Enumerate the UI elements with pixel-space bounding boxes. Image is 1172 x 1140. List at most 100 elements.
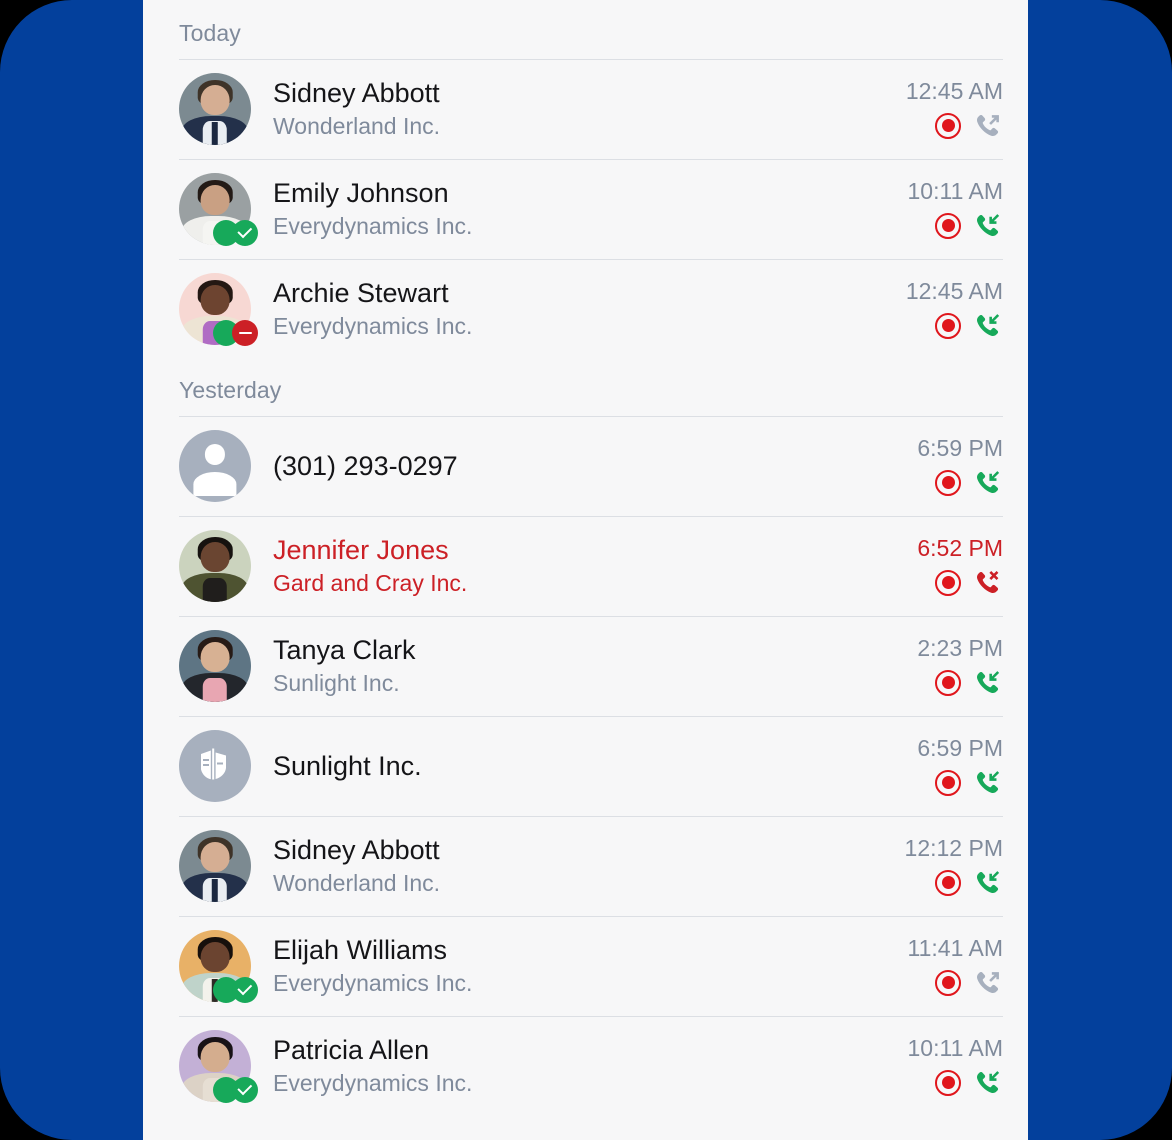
row-text-block: Archie Stewart Everydynamics Inc. <box>251 277 906 341</box>
avatar[interactable] <box>179 730 251 802</box>
call-history-row[interactable]: Sidney Abbott Wonderland Inc. 12:45 AM <box>143 59 1028 159</box>
avatar[interactable] <box>179 530 251 602</box>
presence-badges <box>213 220 258 246</box>
contact-name: (301) 293-0297 <box>273 450 458 481</box>
call-incoming-icon[interactable] <box>973 868 1003 898</box>
row-text-block: Patricia Allen Everydynamics Inc. <box>251 1034 908 1098</box>
row-meta: 10:11 AM <box>908 178 1003 241</box>
contact-name: Sidney Abbott <box>273 77 440 108</box>
call-history-row[interactable]: Tanya Clark Sunlight Inc. 2:23 PM <box>143 616 1028 716</box>
record-icon[interactable] <box>935 769 961 796</box>
row-text-block: Elijah Williams Everydynamics Inc. <box>251 934 908 998</box>
avatar[interactable] <box>179 73 251 145</box>
call-time: 12:45 AM <box>905 277 1003 304</box>
row-text-block: (301) 293-0297 <box>251 450 917 483</box>
call-time: 11:41 AM <box>907 934 1003 961</box>
record-icon[interactable] <box>935 869 961 896</box>
record-icon[interactable] <box>935 669 961 696</box>
portrait-photo <box>179 73 251 145</box>
call-status-icons <box>935 568 1003 598</box>
call-time: 10:11 AM <box>907 177 1003 204</box>
row-text-block: Jennifer Jones Gard and Cray Inc. <box>251 534 917 598</box>
call-history-row[interactable]: Sidney Abbott Wonderland Inc. 12:12 PM <box>143 816 1028 916</box>
call-history-row[interactable]: Archie Stewart Everydynamics Inc. 12:45 AM <box>143 259 1028 359</box>
presence-available-icon <box>232 220 258 246</box>
avatar[interactable] <box>179 173 258 246</box>
avatar[interactable] <box>179 830 251 902</box>
avatar-sidney-abbott <box>179 73 251 145</box>
row-text-block: Emily Johnson Everydynamics Inc. <box>251 177 908 241</box>
contact-company: Wonderland Inc. <box>273 869 441 896</box>
presence-badges <box>213 1077 258 1103</box>
call-outgoing-icon[interactable] <box>973 111 1003 141</box>
call-history-row[interactable]: Jennifer Jones Gard and Cray Inc. 6:52 PM <box>143 516 1028 616</box>
call-missed-icon[interactable] <box>973 568 1003 598</box>
call-incoming-icon[interactable] <box>973 211 1003 241</box>
avatar[interactable] <box>179 930 258 1003</box>
contact-company: Wonderland Inc. <box>273 112 441 139</box>
call-history-row[interactable]: (301) 293-0297 6:59 PM <box>143 416 1028 516</box>
call-incoming-icon[interactable] <box>973 468 1003 498</box>
row-meta: 10:11 AM <box>908 1035 1003 1098</box>
call-incoming-icon[interactable] <box>973 1068 1003 1098</box>
row-text-block: Sidney Abbott Wonderland Inc. <box>251 77 906 141</box>
record-icon[interactable] <box>935 969 961 996</box>
section-today: Today Sidney Abbott Wonderland Inc. 12:45 A… <box>143 0 1028 359</box>
call-incoming-icon[interactable] <box>973 668 1003 698</box>
call-status-icons <box>935 111 1003 141</box>
call-time: 6:52 PM <box>917 534 1003 561</box>
call-history-list: Today Sidney Abbott Wonderland Inc. 12:45 A… <box>143 0 1028 1116</box>
contact-name: Archie Stewart <box>273 277 449 308</box>
row-meta: 6:52 PM <box>917 535 1003 598</box>
company-building-icon <box>193 742 237 791</box>
call-time: 6:59 PM <box>917 734 1003 761</box>
section-rows: Sidney Abbott Wonderland Inc. 12:45 AM Emil… <box>143 59 1028 359</box>
section-header: Yesterday <box>179 377 282 403</box>
record-icon[interactable] <box>935 312 961 339</box>
row-meta: 12:45 AM <box>906 78 1003 141</box>
record-icon[interactable] <box>935 112 961 139</box>
call-history-panel: Today Sidney Abbott Wonderland Inc. 12:45 A… <box>143 0 1028 1140</box>
row-meta: 12:45 AM <box>906 278 1003 341</box>
portrait-photo <box>179 530 251 602</box>
call-outgoing-icon[interactable] <box>973 968 1003 998</box>
call-history-row[interactable]: Patricia Allen Everydynamics Inc. 10:11 AM <box>143 1016 1028 1116</box>
record-icon[interactable] <box>935 469 961 496</box>
call-incoming-icon[interactable] <box>973 768 1003 798</box>
contact-company: Everydynamics Inc. <box>273 969 473 996</box>
contact-name: Tanya Clark <box>273 634 416 665</box>
avatar[interactable] <box>179 630 251 702</box>
call-time: 12:12 PM <box>904 834 1003 861</box>
person-body-shape <box>193 471 237 497</box>
call-history-row[interactable]: Elijah Williams Everydynamics Inc. 11:41 A… <box>143 916 1028 1016</box>
call-status-icons <box>935 668 1003 698</box>
call-status-icons <box>935 768 1003 798</box>
avatar-jennifer-jones <box>179 530 251 602</box>
section-yesterday: Yesterday (301) 293-0297 6:59 PM Jennifer J… <box>143 359 1028 1116</box>
avatar[interactable] <box>179 430 251 502</box>
avatar[interactable] <box>179 1030 258 1103</box>
call-history-row[interactable]: Emily Johnson Everydynamics Inc. 10:11 AM <box>143 159 1028 259</box>
contact-name: Emily Johnson <box>273 177 449 208</box>
portrait-photo <box>179 830 251 902</box>
call-status-icons <box>935 468 1003 498</box>
avatar-sidney-abbott <box>179 830 251 902</box>
contact-name: Sunlight Inc. <box>273 750 422 781</box>
call-time: 12:45 AM <box>905 77 1003 104</box>
record-icon[interactable] <box>935 1069 961 1096</box>
record-icon[interactable] <box>935 569 961 596</box>
row-text-block: Sidney Abbott Wonderland Inc. <box>251 834 905 898</box>
row-meta: 6:59 PM <box>917 735 1003 798</box>
contact-name: Patricia Allen <box>273 1034 430 1065</box>
call-history-screen: Today Sidney Abbott Wonderland Inc. 12:45 A… <box>0 0 1172 1140</box>
presence-badges <box>213 977 258 1003</box>
call-history-row[interactable]: Sunlight Inc. 6:59 PM <box>143 716 1028 816</box>
call-incoming-icon[interactable] <box>973 311 1003 341</box>
section-header: Today <box>179 20 241 46</box>
call-status-icons <box>935 311 1003 341</box>
avatar[interactable] <box>179 273 258 346</box>
call-status-icons <box>935 211 1003 241</box>
contact-name: Sidney Abbott <box>273 834 440 865</box>
contact-company: Everydynamics Inc. <box>273 212 473 239</box>
record-icon[interactable] <box>935 212 961 239</box>
